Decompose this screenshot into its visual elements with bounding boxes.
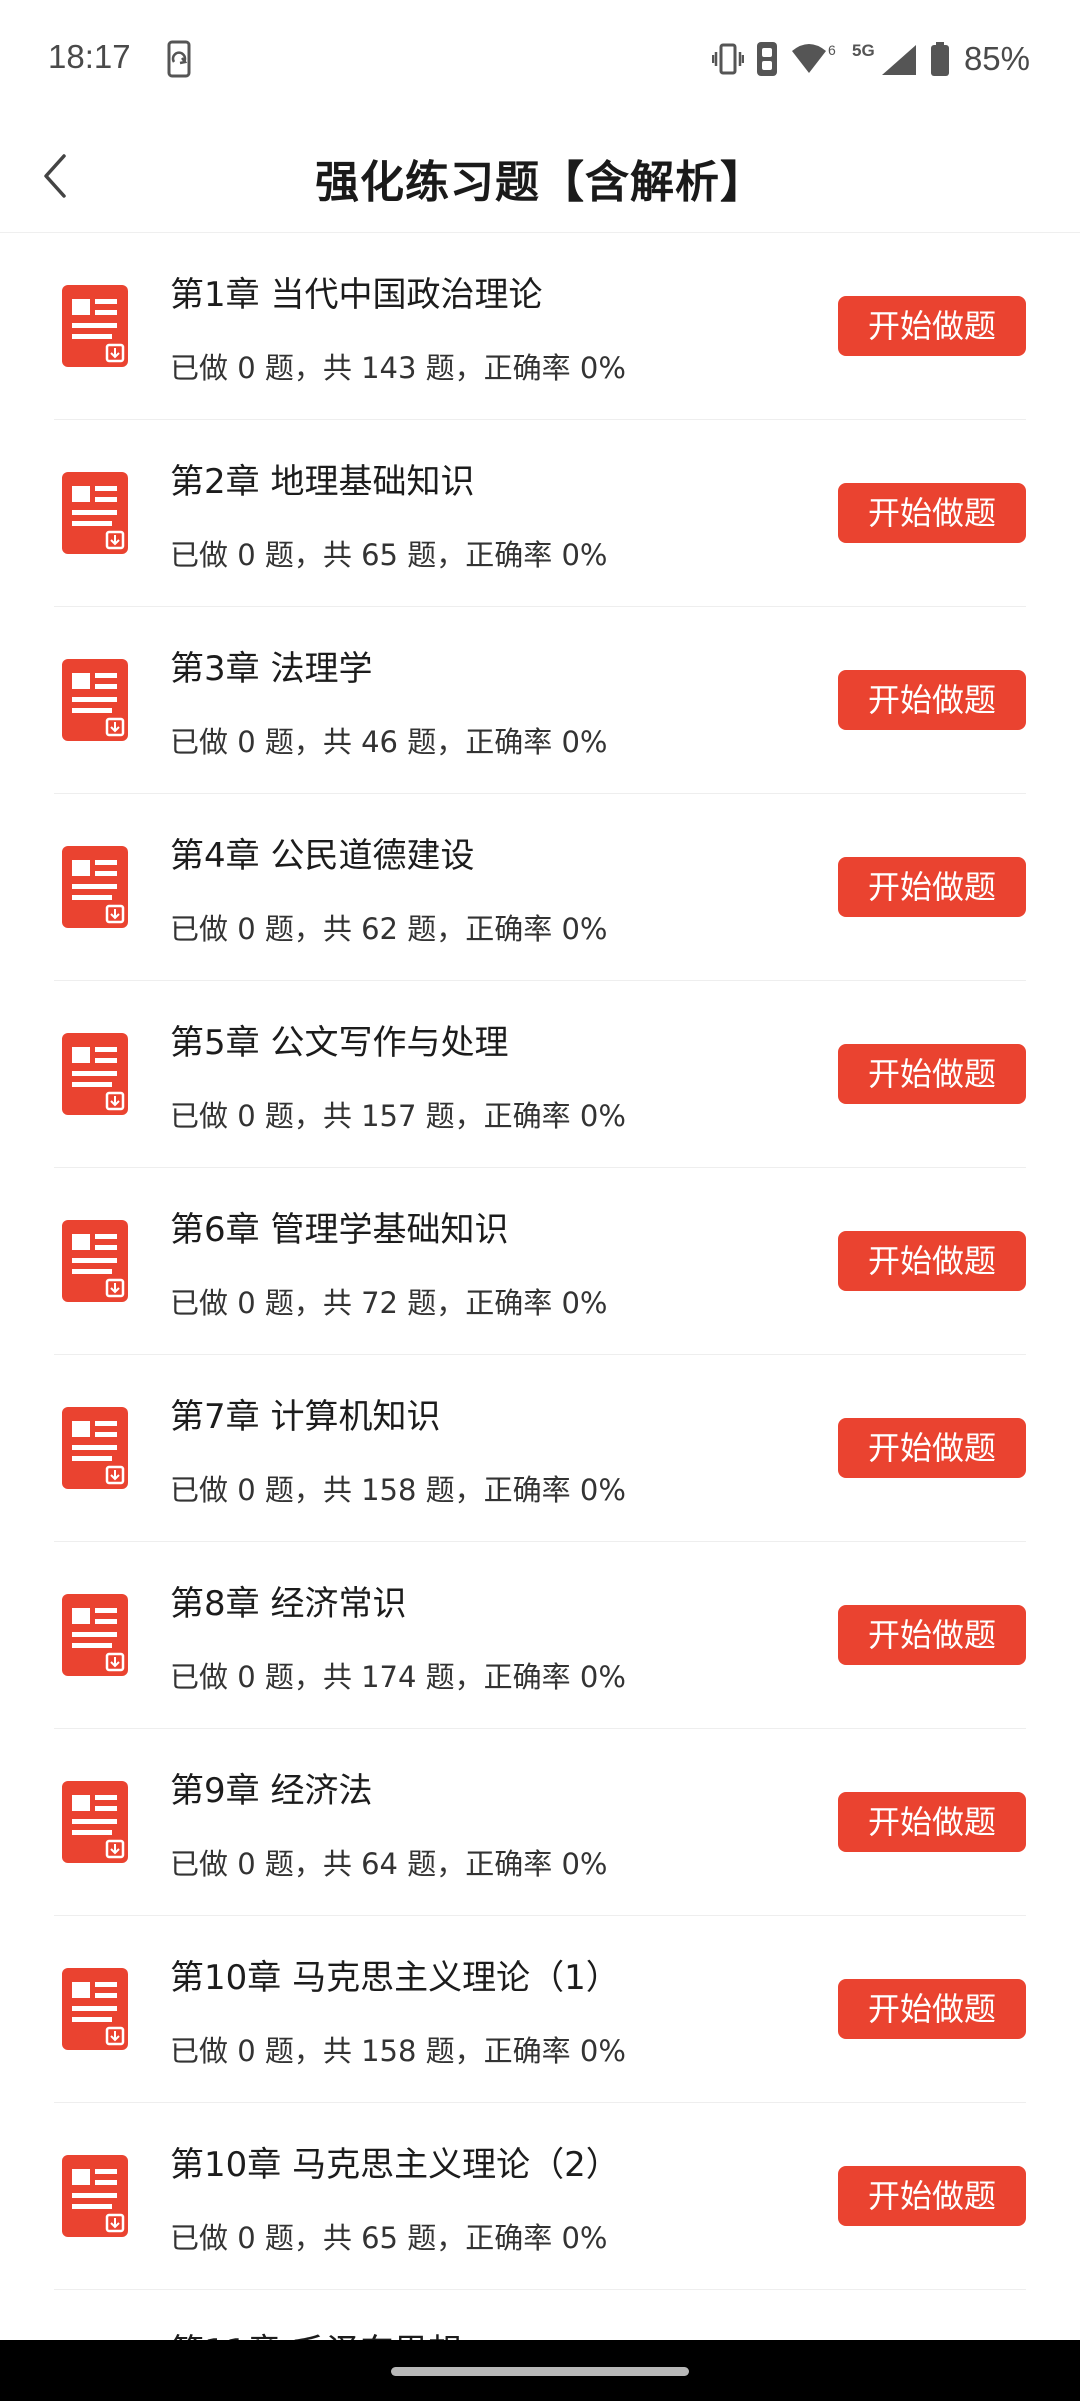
wifi-icon: 6 bbox=[791, 42, 836, 73]
exercise-document-icon bbox=[62, 846, 128, 928]
chapter-title: 第5章 公文写作与处理 bbox=[170, 1023, 509, 1063]
app-screen: 18:17 6 5G 85% 强化练习题【含解析】 第1章 当代中国政治理论 已… bbox=[0, 0, 1080, 2401]
status-icons: 6 5G 85% bbox=[711, 38, 1030, 80]
chapter-stats: 已做 0 题，共 62 题，正确率 0% bbox=[170, 912, 608, 946]
chapter-row[interactable]: 第8章 经济常识 已做 0 题，共 174 题，正确率 0% 开始做题 bbox=[54, 1542, 1026, 1729]
chapter-title: 第10章 马克思主义理论（1） bbox=[170, 1958, 620, 1998]
chapter-stats: 已做 0 题，共 158 题，正确率 0% bbox=[170, 1473, 626, 1507]
chapter-title: 第1章 当代中国政治理论 bbox=[170, 275, 543, 315]
chapter-stats: 已做 0 题，共 46 题，正确率 0% bbox=[170, 725, 608, 759]
chapter-stats: 已做 0 题，共 72 题，正确率 0% bbox=[170, 1286, 608, 1320]
start-practice-button[interactable]: 开始做题 bbox=[838, 1792, 1026, 1852]
exercise-document-icon bbox=[62, 285, 128, 367]
navigation-bar bbox=[0, 2340, 1080, 2401]
exercise-document-icon bbox=[62, 2155, 128, 2237]
status-bar: 18:17 6 5G 85% bbox=[0, 0, 1080, 120]
start-practice-button[interactable]: 开始做题 bbox=[838, 1605, 1026, 1665]
chapter-row[interactable]: 第2章 地理基础知识 已做 0 题，共 65 题，正确率 0% 开始做题 bbox=[54, 420, 1026, 607]
battery-icon bbox=[930, 42, 949, 76]
exercise-document-icon bbox=[62, 1781, 128, 1863]
chapter-row[interactable]: 第1章 当代中国政治理论 已做 0 题，共 143 题，正确率 0% 开始做题 bbox=[54, 233, 1026, 420]
chapter-title: 第6章 管理学基础知识 bbox=[170, 1210, 509, 1250]
chapter-row[interactable]: 第10章 马克思主义理论（1） 已做 0 题，共 158 题，正确率 0% 开始… bbox=[54, 1916, 1026, 2103]
exercise-document-icon bbox=[62, 1407, 128, 1489]
chapter-title: 第2章 地理基础知识 bbox=[170, 462, 475, 502]
chapter-title: 第10章 马克思主义理论（2） bbox=[170, 2145, 620, 2185]
exercise-document-icon bbox=[62, 1220, 128, 1302]
chapter-title: 第3章 法理学 bbox=[170, 649, 373, 689]
chapter-row[interactable]: 第4章 公民道德建设 已做 0 题，共 62 题，正确率 0% 开始做题 bbox=[54, 794, 1026, 981]
exercise-document-icon bbox=[62, 1968, 128, 2050]
chapter-row[interactable]: 第9章 经济法 已做 0 题，共 64 题，正确率 0% 开始做题 bbox=[54, 1729, 1026, 1916]
chapter-title: 第9章 经济法 bbox=[170, 1771, 373, 1811]
home-indicator[interactable] bbox=[391, 2367, 689, 2376]
start-practice-button[interactable]: 开始做题 bbox=[838, 1418, 1026, 1478]
chapter-row[interactable]: 第7章 计算机知识 已做 0 题，共 158 题，正确率 0% 开始做题 bbox=[54, 1355, 1026, 1542]
start-practice-button[interactable]: 开始做题 bbox=[838, 670, 1026, 730]
battery-percentage: 85% bbox=[963, 40, 1030, 77]
chapter-stats: 已做 0 题，共 174 题，正确率 0% bbox=[170, 1660, 626, 1694]
exercise-document-icon bbox=[62, 472, 128, 554]
chapter-title: 第8章 经济常识 bbox=[170, 1584, 407, 1624]
network-label: 5G bbox=[852, 41, 875, 60]
start-practice-button[interactable]: 开始做题 bbox=[838, 857, 1026, 917]
chapter-stats: 已做 0 题，共 158 题，正确率 0% bbox=[170, 2034, 626, 2068]
exercise-document-icon bbox=[62, 1594, 128, 1676]
app-header: 强化练习题【含解析】 bbox=[0, 120, 1080, 233]
screen-rotate-icon bbox=[167, 40, 191, 78]
chapter-stats: 已做 0 题，共 65 题，正确率 0% bbox=[170, 538, 608, 572]
hd-icon bbox=[756, 42, 777, 76]
page-title: 强化练习题【含解析】 bbox=[315, 157, 765, 208]
5g-signal-icon: 5G bbox=[852, 41, 916, 75]
chapter-stats: 已做 0 题，共 65 题，正确率 0% bbox=[170, 2221, 608, 2255]
exercise-document-icon bbox=[62, 659, 128, 741]
chapter-list: 第1章 当代中国政治理论 已做 0 题，共 143 题，正确率 0% 开始做题 … bbox=[0, 233, 1080, 2401]
status-time: 18:17 bbox=[48, 38, 131, 75]
start-practice-button[interactable]: 开始做题 bbox=[838, 483, 1026, 543]
chapter-row[interactable]: 第3章 法理学 已做 0 题，共 46 题，正确率 0% 开始做题 bbox=[54, 607, 1026, 794]
vibrate-icon bbox=[711, 43, 744, 75]
start-practice-button[interactable]: 开始做题 bbox=[838, 1231, 1026, 1291]
exercise-document-icon bbox=[62, 1033, 128, 1115]
chapter-row[interactable]: 第10章 马克思主义理论（2） 已做 0 题，共 65 题，正确率 0% 开始做… bbox=[54, 2103, 1026, 2290]
chapter-row[interactable]: 第5章 公文写作与处理 已做 0 题，共 157 题，正确率 0% 开始做题 bbox=[54, 981, 1026, 1168]
start-practice-button[interactable]: 开始做题 bbox=[838, 2166, 1026, 2226]
chapter-row[interactable]: 第6章 管理学基础知识 已做 0 题，共 72 题，正确率 0% 开始做题 bbox=[54, 1168, 1026, 1355]
chapter-stats: 已做 0 题，共 157 题，正确率 0% bbox=[170, 1099, 626, 1133]
chapter-stats: 已做 0 题，共 64 题，正确率 0% bbox=[170, 1847, 608, 1881]
chapter-title: 第7章 计算机知识 bbox=[170, 1397, 441, 1437]
chapter-title: 第4章 公民道德建设 bbox=[170, 836, 475, 876]
start-practice-button[interactable]: 开始做题 bbox=[838, 1044, 1026, 1104]
start-practice-button[interactable]: 开始做题 bbox=[838, 296, 1026, 356]
wifi-badge: 6 bbox=[828, 42, 836, 58]
start-practice-button[interactable]: 开始做题 bbox=[838, 1979, 1026, 2039]
chapter-stats: 已做 0 题，共 143 题，正确率 0% bbox=[170, 351, 626, 385]
